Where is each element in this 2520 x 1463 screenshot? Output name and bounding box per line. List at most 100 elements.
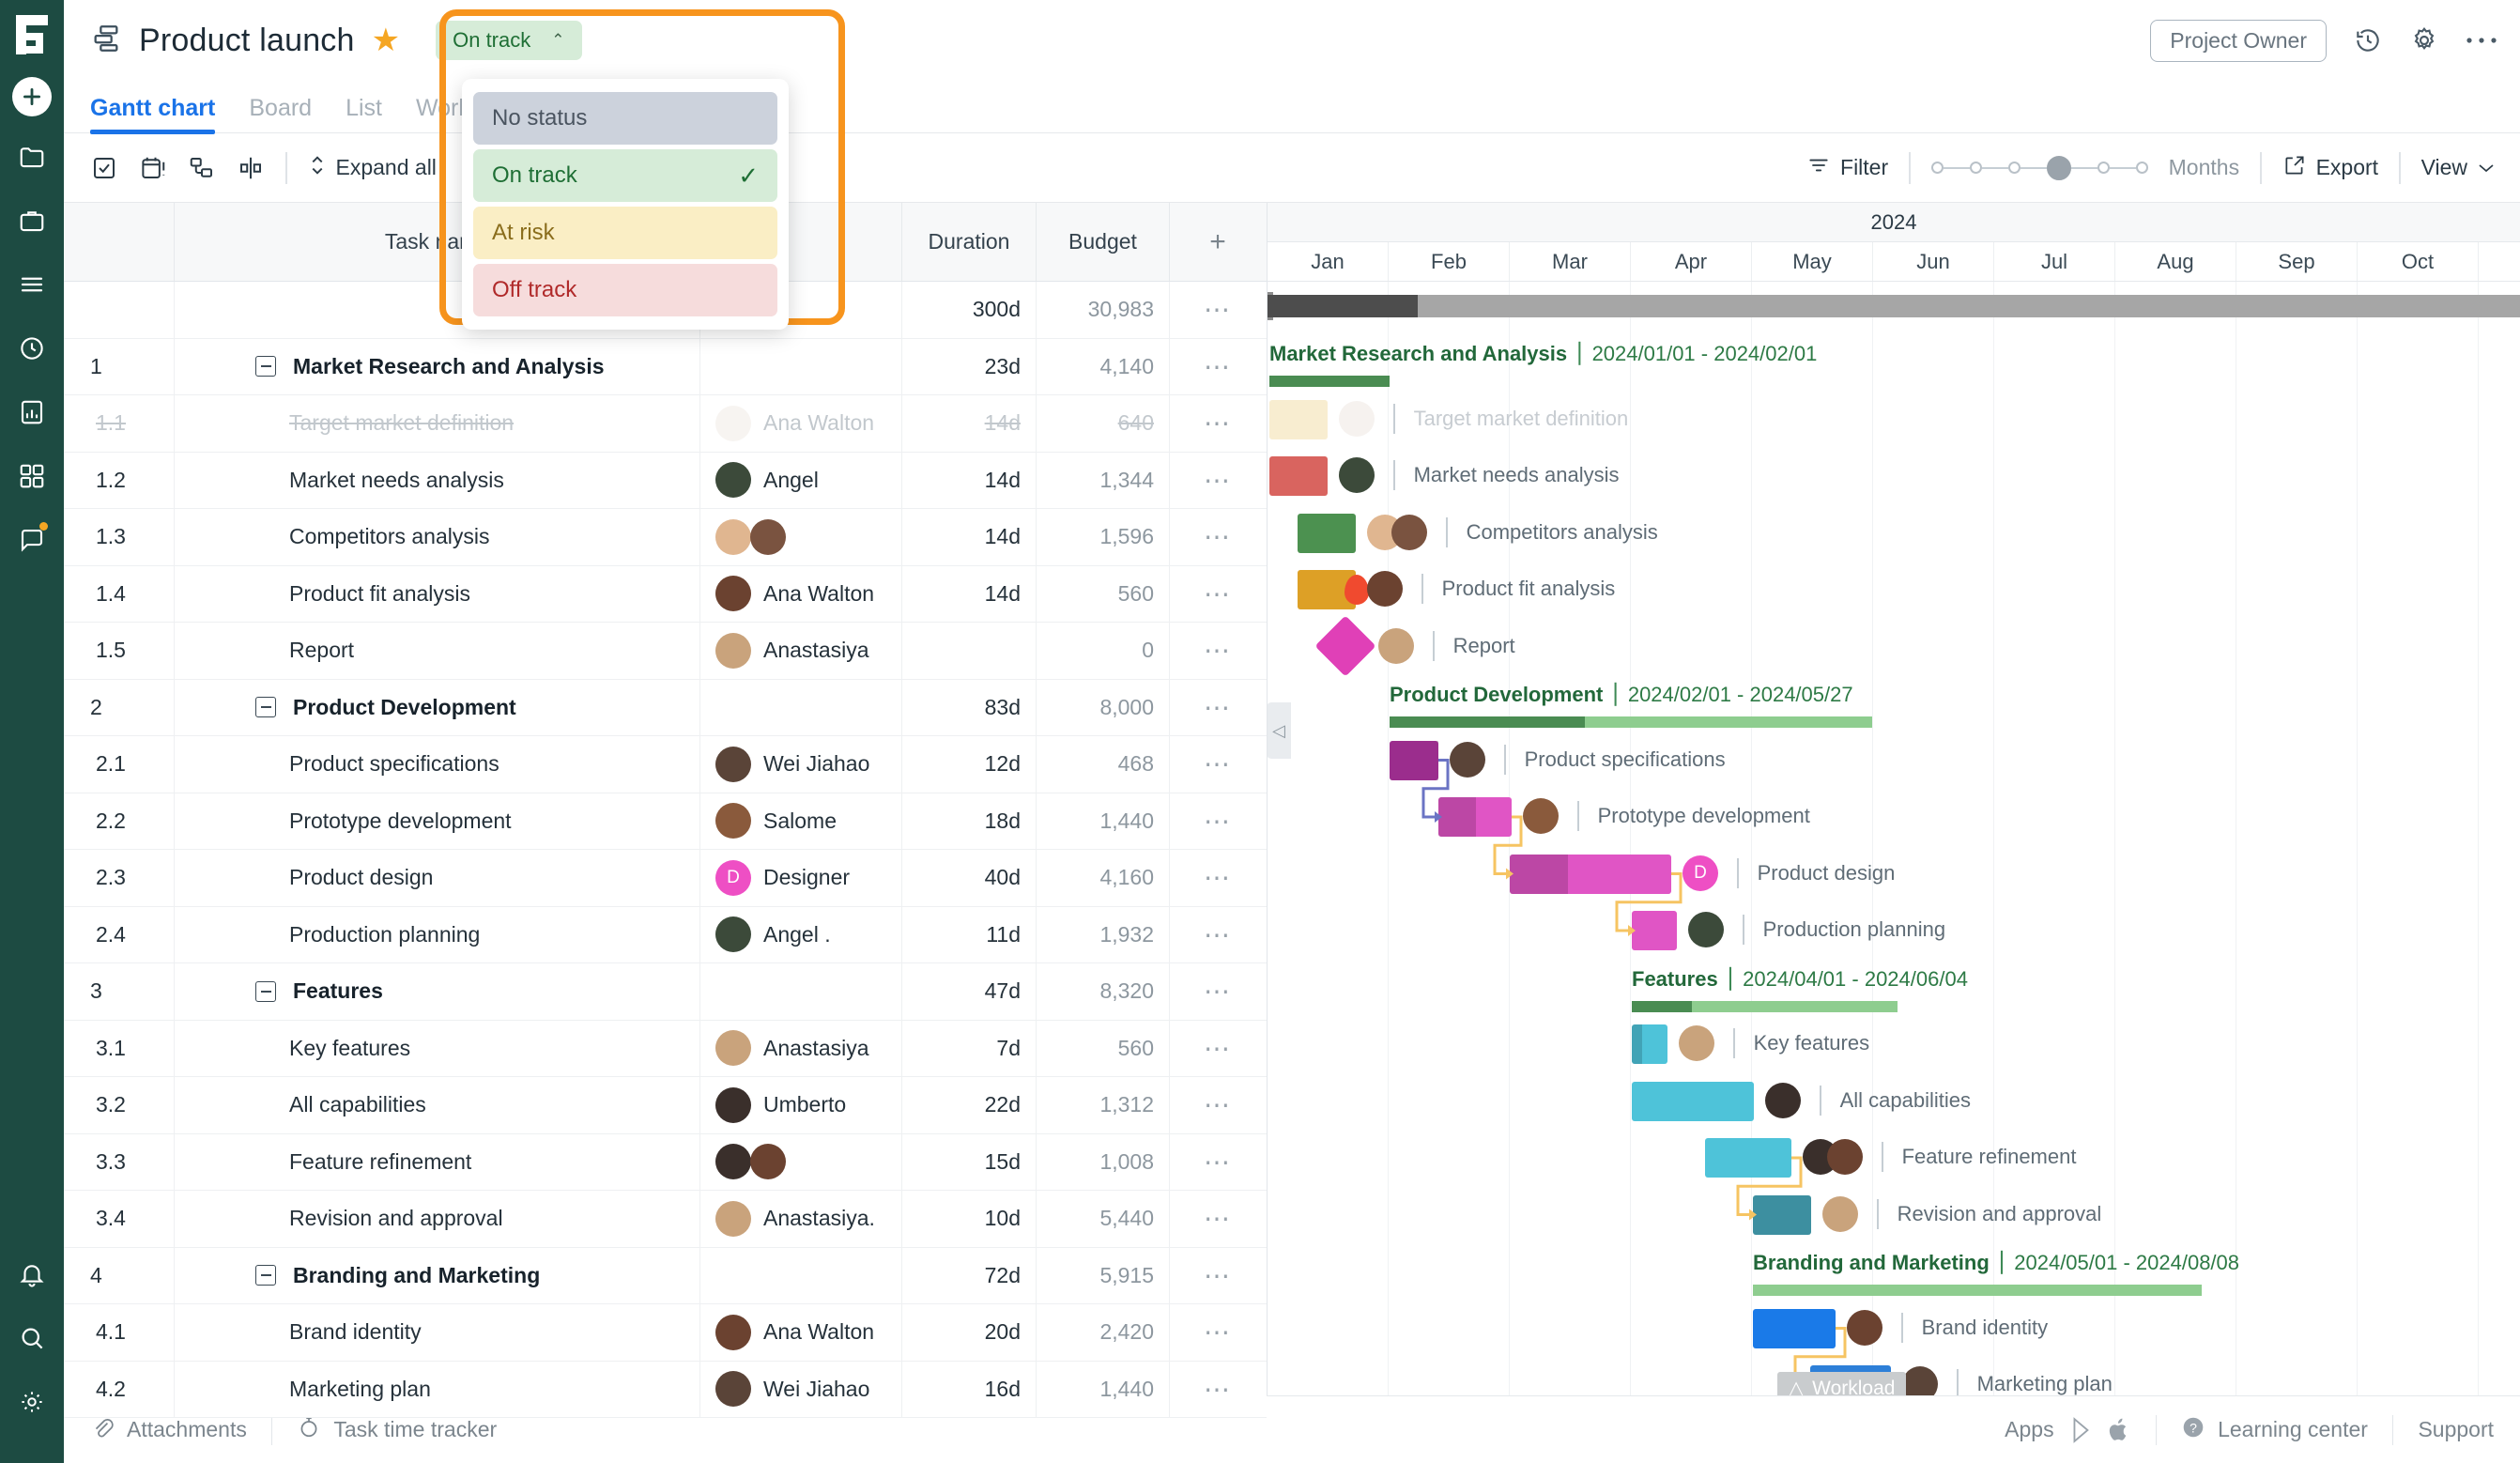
row-more-button[interactable]: ⋯	[1170, 623, 1266, 679]
zoom-step-2[interactable]	[2007, 162, 2021, 174]
row-more-button[interactable]: ⋯	[1170, 566, 1266, 623]
row-assignee-cell[interactable]: Anastasiya.	[700, 1191, 902, 1247]
table-row[interactable]: 1.4 Product fit analysis Ana Walton 14d 560 ⋯	[64, 565, 1267, 623]
row-task-name-cell[interactable]: Competitors analysis	[175, 509, 700, 565]
row-task-name-cell[interactable]: Market needs analysis	[175, 452, 700, 508]
row-duration[interactable]: 16d	[902, 1361, 1037, 1417]
row-assignee-cell[interactable]: Angel	[700, 452, 902, 508]
table-row[interactable]: 3.3 Feature refinement 15d 1,008 ⋯	[64, 1133, 1267, 1191]
row-task-name-cell[interactable]: Product design	[175, 850, 700, 906]
column-header-duration[interactable]: Duration	[902, 203, 1037, 281]
tab-board[interactable]: Board	[249, 95, 312, 132]
row-duration[interactable]: 10d	[902, 1191, 1037, 1247]
view-menu-button[interactable]: View	[2421, 155, 2496, 180]
row-task-name-cell[interactable]: Product Development	[175, 679, 700, 735]
row-assignee-cell[interactable]: Anastasiya	[700, 1020, 902, 1076]
google-play-icon[interactable]	[2069, 1416, 2094, 1443]
projects-folder-icon[interactable]	[8, 133, 55, 180]
collapse-toggle-icon[interactable]	[255, 697, 276, 718]
row-budget[interactable]: 560	[1037, 565, 1170, 622]
table-row[interactable]: 2.1 Product specifications Wei Jiahao 12d 46…	[64, 736, 1267, 793]
row-budget[interactable]: 1,440	[1037, 793, 1170, 849]
table-row[interactable]: 1.1 Target market definition Ana Walton 14d…	[64, 395, 1267, 453]
export-button[interactable]: Export	[2282, 153, 2378, 183]
zoom-step-4[interactable]	[2097, 162, 2110, 174]
zoom-step-3-active[interactable]	[2046, 155, 2071, 180]
time-log-icon[interactable]	[8, 325, 55, 372]
row-budget[interactable]: 1,932	[1037, 906, 1170, 962]
ganttpro-logo[interactable]	[10, 13, 54, 56]
row-task-name-cell[interactable]: Target market definition	[175, 395, 700, 452]
boards-icon[interactable]	[8, 453, 55, 500]
row-more-button[interactable]: ⋯	[1170, 1362, 1266, 1418]
chevron-left-icon[interactable]: ◁	[1268, 702, 1291, 759]
row-task-name-cell[interactable]: Revision and approval	[175, 1191, 700, 1247]
row-more-button[interactable]: ⋯	[1170, 680, 1266, 736]
row-budget[interactable]: 560	[1037, 1020, 1170, 1076]
row-duration[interactable]: 22d	[902, 1077, 1037, 1133]
gear-icon[interactable]	[2409, 25, 2439, 55]
star-icon[interactable]: ★	[372, 24, 400, 56]
create-new-icon[interactable]	[12, 77, 52, 116]
row-budget[interactable]: 8,000	[1037, 679, 1170, 735]
row-duration[interactable]: 83d	[902, 679, 1037, 735]
row-duration[interactable]: 40d	[902, 850, 1037, 906]
row-assignee-cell[interactable]	[700, 338, 902, 394]
zoom-step-1[interactable]	[1969, 162, 1982, 174]
row-duration[interactable]: 14d	[902, 565, 1037, 622]
row-duration[interactable]: 18d	[902, 793, 1037, 849]
row-more-button[interactable]: ⋯	[1170, 1248, 1266, 1304]
row-task-name-cell[interactable]: Branding and Marketing	[175, 1247, 700, 1303]
row-duration[interactable]: 47d	[902, 963, 1037, 1020]
table-row[interactable]: 2.3 Product design D Designer 40d 4,160 ⋯	[64, 850, 1267, 907]
status-option-no-status[interactable]: No status	[473, 92, 777, 145]
row-duration[interactable]	[902, 623, 1037, 679]
table-row[interactable]: 1.3 Competitors analysis 14d 1,596 ⋯	[64, 509, 1267, 566]
table-row[interactable]: 3.1 Key features Anastasiya 7d 560 ⋯	[64, 1020, 1267, 1077]
ellipsis-icon[interactable]	[2466, 36, 2497, 45]
row-duration[interactable]: 7d	[902, 1020, 1037, 1076]
row-more-button[interactable]: ⋯	[1170, 963, 1266, 1020]
attachments-button[interactable]: Attachments	[90, 1415, 247, 1445]
calendar-alert-icon[interactable]	[139, 154, 167, 182]
row-more-button[interactable]: ⋯	[1170, 339, 1266, 395]
checkbox-icon[interactable]	[90, 154, 118, 182]
row-more-button[interactable]: ⋯	[1170, 1191, 1266, 1247]
row-more-button[interactable]: ⋯	[1170, 453, 1266, 509]
project-owner-button[interactable]: Project Owner	[2150, 19, 2327, 62]
row-budget[interactable]: 5,915	[1037, 1247, 1170, 1303]
settings-gear-icon[interactable]	[8, 1378, 55, 1425]
project-status-selector[interactable]: On track ⌃	[436, 21, 582, 60]
row-task-name-cell[interactable]: Feature refinement	[175, 1133, 700, 1190]
row-assignee-cell[interactable]: Wei Jiahao	[700, 736, 902, 793]
row-task-name-cell[interactable]: Brand identity	[175, 1304, 700, 1361]
row-more-button[interactable]: ⋯	[1170, 736, 1266, 793]
task-time-tracker-button[interactable]: Task time tracker	[297, 1415, 497, 1445]
expand-all-button[interactable]: Expand all	[308, 153, 437, 183]
filter-button[interactable]: Filter	[1806, 153, 1888, 183]
table-row[interactable]: 2 Product Development 83d 8,000 ⋯	[64, 679, 1267, 736]
row-assignee-cell[interactable]: Ana Walton	[700, 1304, 902, 1361]
row-assignee-cell[interactable]: Wei Jiahao	[700, 1361, 902, 1417]
row-budget[interactable]: 5,440	[1037, 1191, 1170, 1247]
comments-icon[interactable]	[8, 516, 55, 563]
table-row[interactable]: 3.2 All capabilities Umberto 22d 1,312 ⋯	[64, 1077, 1267, 1134]
row-budget[interactable]: 8,320	[1037, 963, 1170, 1020]
table-row[interactable]: 2.2 Prototype development Salome 18d 1,440 ⋯	[64, 793, 1267, 850]
column-header-index[interactable]	[64, 203, 175, 281]
row-more-button[interactable]: ⋯	[1170, 1077, 1266, 1133]
support-button[interactable]: Support	[2418, 1417, 2494, 1442]
row-task-name-cell[interactable]: Production planning	[175, 906, 700, 962]
row-budget[interactable]: 0	[1037, 623, 1170, 679]
learning-center-button[interactable]: ? Learning center	[2181, 1415, 2368, 1445]
row-duration[interactable]: 14d	[902, 452, 1037, 508]
total-row-more-button[interactable]: ⋯	[1170, 282, 1266, 338]
row-budget[interactable]: 1,596	[1037, 509, 1170, 565]
row-duration[interactable]: 72d	[902, 1247, 1037, 1303]
row-assignee-cell[interactable]: D Designer	[700, 850, 902, 906]
zoom-step-0[interactable]	[1930, 162, 1944, 174]
row-assignee-cell[interactable]: Ana Walton	[700, 395, 902, 452]
status-option-at-risk[interactable]: At risk	[473, 207, 777, 259]
table-row[interactable]: 2.4 Production planning Angel . 11d 1,932 ⋯	[64, 906, 1267, 963]
row-more-button[interactable]: ⋯	[1170, 509, 1266, 565]
